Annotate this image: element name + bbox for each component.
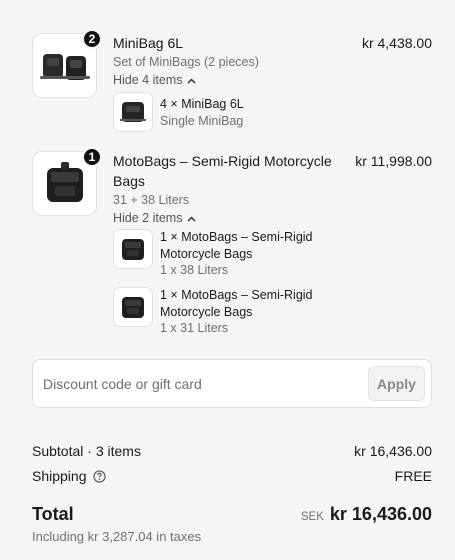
line-item: 1 MotoBags – Semi-Rigid Motorcycle Bags … bbox=[32, 147, 432, 225]
item-subtitle: Set of MiniBags (2 pieces) bbox=[113, 55, 259, 69]
total-label: Total bbox=[32, 504, 74, 524]
product-thumbnail: 1 bbox=[32, 147, 102, 216]
bag-icon bbox=[46, 161, 83, 202]
total-value-group: SEK kr 16,436.00 bbox=[301, 504, 432, 527]
bag-icon bbox=[122, 297, 144, 318]
item-title: MotoBags – Semi-Rigid Motorcycle Bags bbox=[113, 153, 332, 189]
sub-item-title: 1 × MotoBags – Semi-Rigid Motorcycle Bag… bbox=[160, 288, 313, 319]
taxes-note: Including kr 3,287.04 in taxes bbox=[32, 529, 202, 544]
shipping-value: FREE bbox=[394, 468, 432, 484]
toggle-label: Hide 4 items bbox=[113, 73, 183, 87]
sub-item-description: 1 x 31 Liters bbox=[160, 321, 229, 335]
chevron-up-icon bbox=[187, 215, 197, 222]
hide-items-toggle[interactable]: Hide 4 items bbox=[113, 72, 197, 89]
toggle-label: Hide 2 items bbox=[113, 211, 183, 225]
chevron-up-icon bbox=[187, 77, 197, 84]
bag-icon bbox=[122, 239, 144, 260]
currency-code: SEK bbox=[300, 511, 324, 523]
bag-icon bbox=[39, 53, 90, 80]
subtotal-label: Subtotal · 3 items bbox=[32, 443, 141, 459]
sub-item-description: 1 x 38 Liters bbox=[160, 263, 229, 277]
bag-icon bbox=[120, 102, 146, 122]
bundle-sub-item: 1 × MotoBags – Semi-Rigid Motorcycle Bag… bbox=[113, 287, 333, 337]
sub-item-description: Single MiniBag bbox=[160, 113, 244, 128]
sub-item-title: 4 × MiniBag 6L bbox=[160, 97, 244, 111]
bundle-sub-item: 1 × MotoBags – Semi-Rigid Motorcycle Bag… bbox=[113, 229, 333, 279]
bundle-sub-item: 4 × MiniBag 6L Single MiniBag bbox=[113, 92, 333, 134]
product-thumbnail: 2 bbox=[32, 29, 102, 98]
shipping-label-group: Shipping bbox=[32, 466, 106, 486]
question-circle-icon[interactable] bbox=[92, 469, 106, 483]
item-price: kr 11,998.00 bbox=[355, 153, 432, 169]
quantity-badge: 1 bbox=[82, 147, 102, 167]
total-value: kr 16,436.00 bbox=[329, 504, 432, 524]
hide-items-toggle[interactable]: Hide 2 items bbox=[113, 210, 197, 227]
discount-code-input[interactable] bbox=[43, 368, 363, 399]
item-title: MiniBag 6L bbox=[113, 35, 184, 51]
discount-field-group: Apply bbox=[32, 359, 432, 408]
sub-item-thumbnail bbox=[113, 229, 153, 269]
item-price: kr 4,438.00 bbox=[361, 35, 432, 51]
sub-item-thumbnail bbox=[113, 287, 153, 327]
sub-item-thumbnail bbox=[113, 92, 153, 132]
subtotal-value: kr 16,436.00 bbox=[354, 443, 432, 459]
item-subtitle: 31 + 38 Liters bbox=[113, 193, 190, 207]
quantity-badge: 2 bbox=[82, 29, 102, 49]
sub-item-title: 1 × MotoBags – Semi-Rigid Motorcycle Bag… bbox=[160, 230, 313, 261]
apply-button[interactable]: Apply bbox=[368, 366, 425, 401]
shipping-label: Shipping bbox=[32, 468, 87, 484]
